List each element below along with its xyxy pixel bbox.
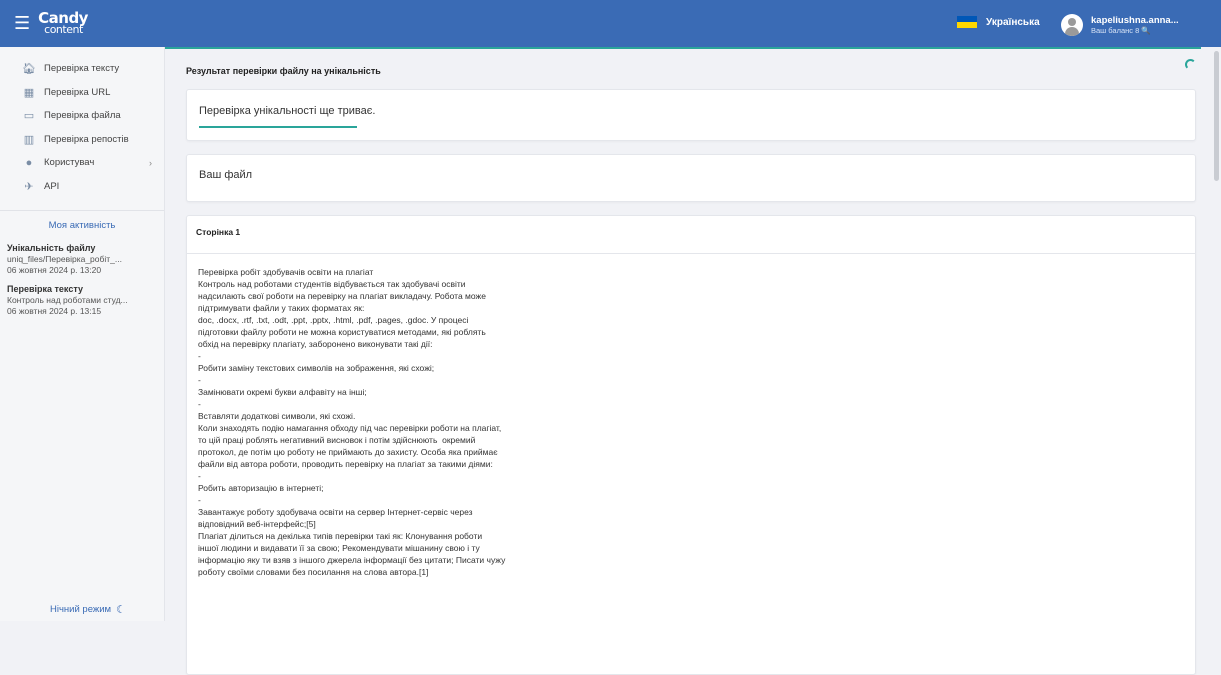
activity-detail: uniq_files/Перевірка_робіт_... [7, 254, 122, 264]
sidebar-item-label: Перевірка URL [44, 86, 111, 98]
sidebar-item-text-check[interactable]: 🏠︎ Перевірка тексту [0, 57, 164, 81]
document-line: - [198, 351, 201, 361]
user-name: kapeliushna.anna... [1091, 15, 1179, 26]
document-line: файли від автора роботи, проводить перев… [198, 459, 493, 469]
document-line: роботу своїми словами без посилання на с… [198, 567, 429, 577]
document-line: Перевірка робіт здобувачів освіти на пла… [198, 267, 374, 277]
sidebar-item-url-check[interactable]: ▦ Перевірка URL [0, 81, 164, 105]
document-line: Коли знаходять подію намагання обходу пі… [198, 423, 502, 433]
file-card: Ваш файл [186, 154, 1196, 202]
page-title: Результат перевірки файлу на унікальніст… [186, 66, 381, 76]
sidebar-item-user[interactable]: ● Користувач › [0, 151, 164, 175]
sidebar-item-api[interactable]: ✈ API [0, 175, 164, 199]
sidebar-item-label: Перевірка репостів [44, 133, 129, 145]
document-line: Замінювати окремі букви алфавіту на інші… [198, 387, 367, 397]
activity-date: 06 жовтня 2024 р. 13:20 [7, 265, 102, 275]
scrollbar-thumb[interactable] [1214, 51, 1219, 181]
status-card: Перевірка унікальності ще триває. [186, 89, 1196, 141]
activity-title[interactable]: Моя активність [0, 220, 164, 231]
document-line: - [198, 399, 201, 409]
document-line: Завантажує роботу здобувача освіти на се… [198, 507, 473, 517]
language-label: Українська [986, 16, 1040, 28]
activity-heading: Унікальність файлу [7, 243, 96, 253]
night-mode-label: Нічний режим [50, 604, 112, 615]
ukraine-flag-icon [957, 16, 977, 28]
sidebar-item-label: API [44, 180, 60, 192]
user-balance: Ваш баланс 8 🔍 [1091, 26, 1151, 35]
document-line: протокол, де потім цю роботу не приймают… [198, 447, 498, 457]
document-line: відповідний веб-інтерфейс;[5] [198, 519, 316, 529]
chevron-right-icon: › [149, 157, 152, 168]
document-line: обхід на перевірку плагіату, заборонено … [198, 339, 433, 349]
sidebar-item-label: Перевірка тексту [44, 63, 120, 75]
sidebar: 🏠︎ Перевірка тексту ▦ Перевірка URL ▭ Пе… [0, 47, 165, 621]
file-card-title: Ваш файл [199, 169, 253, 181]
sidebar-divider [0, 210, 164, 211]
user-icon: ● [25, 156, 33, 169]
user-menu[interactable]: kapeliushna.anna... Ваш баланс 8 🔍 [1061, 14, 1179, 36]
url-icon: ▦ [23, 86, 35, 99]
document-text: Перевірка робіт здобувачів освіти на пла… [187, 254, 1195, 578]
document-line: doc, .docx, .rtf, .txt, .odt, .ppt, .ppt… [198, 315, 469, 325]
document-line: підтримувати файли у таких форматах як: [198, 303, 365, 313]
document-line: іншої людини и видавати її за свою; Реко… [198, 543, 480, 553]
moon-icon: ☾ [116, 604, 126, 616]
sidebar-item-file-check[interactable]: ▭ Перевірка файла [0, 104, 164, 128]
document-line: Робить авторизацію в інтернеті; [198, 483, 324, 493]
sidebar-nav: 🏠︎ Перевірка тексту ▦ Перевірка URL ▭ Пе… [0, 47, 164, 198]
document-line: Робити заміну текстових символів на зобр… [198, 363, 435, 373]
brand-area: ☰ Candy content [0, 0, 165, 47]
activity-item[interactable]: Унікальність файлу uniq_files/Перевірка_… [0, 243, 164, 276]
activity-heading: Перевірка тексту [7, 284, 83, 294]
chart-icon: ▥ [23, 133, 35, 146]
document-line: - [198, 375, 201, 385]
document-line: - [198, 495, 201, 505]
document-line: - [198, 471, 201, 481]
logo-text-line2: content [44, 22, 83, 36]
loading-spinner-icon [1185, 59, 1196, 70]
document-line: інформацію яку ти взяв з іншого джерела … [198, 555, 506, 565]
header-accent-line [165, 47, 1201, 49]
file-icon: ▭ [23, 110, 35, 123]
api-icon: ✈ [24, 180, 34, 193]
document-line: то цій праці роблять негативний висновок… [198, 435, 476, 445]
scrollbar[interactable] [1212, 47, 1221, 621]
logo[interactable]: Candy content [38, 10, 88, 36]
status-text: Перевірка унікальності ще триває. [199, 105, 376, 117]
activity-date: 06 жовтня 2024 р. 13:15 [7, 306, 102, 316]
document-line: підготовки файлу роботи не можна користу… [198, 327, 486, 337]
activity-detail: Контроль над роботами студ... [7, 295, 128, 305]
sidebar-item-repost-check[interactable]: ▥ Перевірка репостів [0, 128, 164, 152]
hamburger-menu-icon[interactable]: ☰ [14, 13, 30, 34]
avatar-icon [1061, 14, 1083, 36]
document-line: Контроль над роботами студентів відбуває… [198, 279, 466, 289]
activity-item[interactable]: Перевірка тексту Контроль над роботами с… [0, 284, 164, 317]
sidebar-item-label: Перевірка файла [44, 110, 121, 122]
home-icon: 🏠︎ [22, 63, 36, 76]
document-line: Вставляти додаткові символи, які схожі. [198, 411, 356, 421]
document-card: Сторінка 1 Перевірка робіт здобувачів ос… [186, 215, 1196, 675]
progress-bar [199, 126, 357, 128]
document-line: Плагіат ділиться на декілька типів перев… [198, 531, 483, 541]
night-mode-toggle[interactable]: Нічний режим ☾ [50, 603, 126, 616]
document-line: надсилають свої роботи на перевірку на п… [198, 291, 486, 301]
language-selector[interactable]: Українська [957, 16, 1040, 28]
sidebar-item-label: Користувач [44, 157, 95, 169]
page-label: Сторінка 1 [187, 216, 1195, 254]
